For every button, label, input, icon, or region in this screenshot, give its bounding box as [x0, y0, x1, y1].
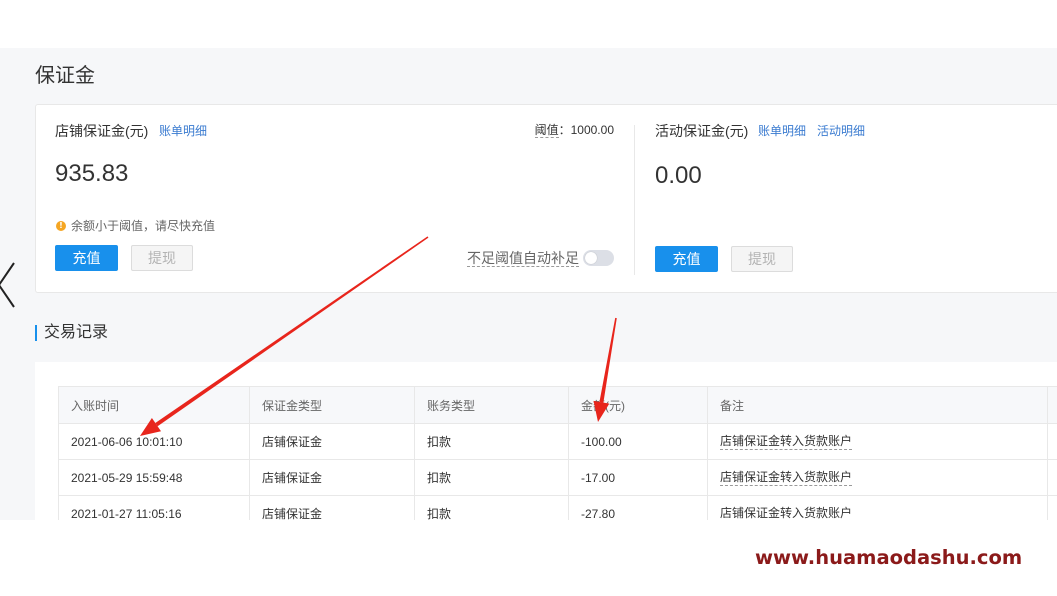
cell-partial [1047, 424, 1057, 459]
store-deposit-balance: 935.83 [55, 160, 129, 187]
activity-deposit-balance: 0.00 [655, 162, 702, 189]
remark-text[interactable]: 店铺保证金转入货款账户 [720, 470, 853, 486]
activity-recharge-button[interactable]: 充值 [655, 246, 718, 272]
transactions-title: 交易记录 [44, 324, 109, 341]
cell-entry-type: 扣款 [414, 460, 568, 495]
cell-remark: 店铺保证金转入货款账户 [707, 496, 1047, 520]
toggle-knob [585, 252, 597, 264]
remark-text[interactable]: 店铺保证金转入货款账户 [720, 506, 852, 521]
auto-topup-toggle[interactable] [583, 250, 614, 266]
deposit-card: 店铺保证金(元) 账单明细 阈值：1000.00 935.83 ! 余额小于阈值… [35, 104, 1057, 293]
threshold-separator: ： [558, 123, 571, 137]
threshold-label[interactable]: 阈值 [534, 123, 559, 138]
activity-bill-detail-link[interactable]: 账单明细 [758, 123, 806, 139]
activity-withdraw-button[interactable]: 提现 [731, 246, 793, 272]
remark-text[interactable]: 店铺保证金转入货款账户 [720, 434, 853, 450]
store-bill-detail-link[interactable]: 账单明细 [159, 123, 207, 139]
table-header-row: 入账时间 保证金类型 账务类型 金额(元) 备注 [58, 386, 1057, 424]
page-title: 保证金 [35, 65, 95, 87]
transactions-table: 入账时间 保证金类型 账务类型 金额(元) 备注 2021-06-06 10:0… [58, 386, 1057, 520]
store-recharge-button[interactable]: 充值 [55, 245, 118, 271]
table-row: 2021-06-06 10:01:10 店铺保证金 扣款 -100.00 店铺保… [58, 424, 1057, 460]
cell-remark: 店铺保证金转入货款账户 [707, 460, 1047, 495]
deposit-page: 保证金 店铺保证金(元) 账单明细 阈值：1000.00 935.83 ! 余额… [0, 48, 1057, 520]
auto-topup-label: 不足阈值自动补足 [467, 249, 579, 267]
column-header-entry-type: 账务类型 [414, 387, 568, 423]
low-balance-warning: 余额小于阈值，请尽快充值 [71, 219, 216, 233]
threshold-value: 1000.00 [570, 123, 614, 137]
cell-partial [1047, 496, 1057, 520]
cell-amount: -100.00 [568, 424, 707, 459]
warning-icon: ! [56, 221, 66, 231]
threshold: 阈值：1000.00 [474, 122, 614, 138]
table-row: 2021-05-29 15:59:48 店铺保证金 扣款 -17.00 店铺保证… [58, 460, 1057, 496]
auto-topup-text: 不足阈值自动补足 [467, 250, 579, 267]
card-divider [634, 125, 635, 275]
cell-entry-type: 扣款 [414, 424, 568, 459]
watermark: www.huamaodashu.com [755, 546, 1023, 569]
cell-time: 2021-06-06 10:01:10 [58, 424, 249, 459]
cell-amount: -27.80 [568, 496, 707, 520]
cell-deposit-type: 店铺保证金 [249, 496, 414, 520]
column-header-time: 入账时间 [58, 387, 249, 423]
store-withdraw-button[interactable]: 提现 [131, 245, 193, 271]
column-header-deposit-type: 保证金类型 [249, 387, 414, 423]
transactions-panel: 入账时间 保证金类型 账务类型 金额(元) 备注 2021-06-06 10:0… [35, 362, 1057, 520]
cell-amount: -17.00 [568, 460, 707, 495]
cell-time: 2021-01-27 11:05:16 [58, 496, 249, 520]
cell-remark: 店铺保证金转入货款账户 [707, 424, 1047, 459]
column-header-remark: 备注 [707, 387, 1047, 423]
store-deposit-label: 店铺保证金(元) [55, 123, 149, 139]
table-row: 2021-01-27 11:05:16 店铺保证金 扣款 -27.80 店铺保证… [58, 496, 1057, 520]
column-header-amount: 金额(元) [568, 387, 707, 423]
activity-deposit-label: 活动保证金(元) [655, 123, 749, 139]
cell-partial [1047, 460, 1057, 495]
activity-detail-link[interactable]: 活动明细 [817, 123, 865, 139]
cell-deposit-type: 店铺保证金 [249, 460, 414, 495]
cell-entry-type: 扣款 [414, 496, 568, 520]
section-accent-bar [35, 325, 37, 341]
column-header-partial [1047, 387, 1057, 423]
cell-time: 2021-05-29 15:59:48 [58, 460, 249, 495]
cell-deposit-type: 店铺保证金 [249, 424, 414, 459]
